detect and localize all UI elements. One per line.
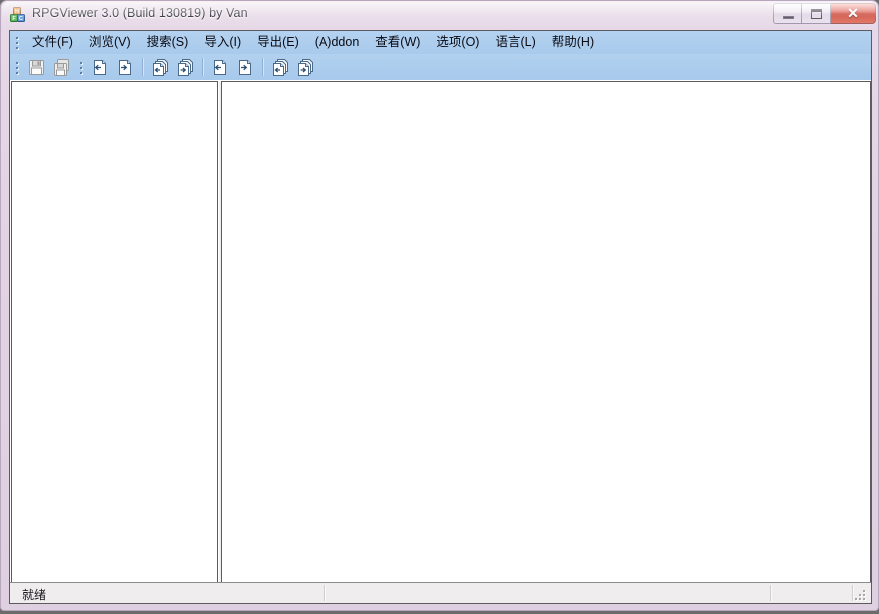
menu-addon[interactable]: (A)ddon — [307, 32, 367, 53]
menu-browse[interactable]: 浏览(V) — [81, 32, 139, 53]
svg-text:C: C — [19, 16, 23, 22]
status-divider — [852, 585, 854, 601]
minimize-button[interactable] — [773, 3, 802, 24]
toolbar-separator — [142, 58, 144, 76]
floppy-disk-icon — [29, 60, 44, 75]
close-icon: ✕ — [847, 5, 859, 21]
maximize-icon — [811, 9, 822, 19]
pages-arrow-left-icon — [153, 59, 168, 76]
menu-options[interactable]: 选项(O) — [428, 32, 487, 53]
page-arrow-right-icon — [119, 60, 131, 75]
application-window: H F C RPGViewer 3.0 (Build 130819) by Va… — [0, 0, 879, 611]
import-pages-alt-button[interactable] — [269, 56, 292, 78]
page-arrow-left-icon — [94, 60, 106, 75]
menu-help[interactable]: 帮助(H) — [544, 32, 602, 53]
menu-export[interactable]: 导出(E) — [249, 32, 307, 53]
toolbar-separator — [202, 58, 204, 76]
window-title: RPGViewer 3.0 (Build 130819) by Van — [32, 6, 248, 20]
maximize-button[interactable] — [802, 3, 831, 24]
status-message: 就绪 — [22, 588, 47, 602]
pages-arrow-right-icon — [178, 59, 193, 76]
status-divider — [770, 585, 772, 601]
export-pages-button[interactable] — [174, 56, 197, 78]
page-arrow-left-icon — [214, 60, 226, 75]
menu-search[interactable]: 搜索(S) — [139, 32, 197, 53]
floppy-disk-stack-icon — [54, 59, 69, 76]
menu-view[interactable]: 查看(W) — [367, 32, 428, 53]
save-button[interactable] — [25, 56, 48, 78]
menu-bar: 文件(F) 浏览(V) 搜索(S) 导入(I) 导出(E) (A)ddon 查看… — [10, 31, 871, 54]
resize-grip-icon[interactable] — [855, 588, 868, 601]
status-bar: 就绪 — [10, 582, 871, 603]
window-controls: ✕ — [773, 3, 876, 24]
tool-bar — [10, 54, 871, 80]
export-page-button[interactable] — [114, 56, 137, 78]
toolbar-second-drag-grip-icon[interactable] — [77, 58, 86, 77]
alphabet-blocks-icon: H F C — [10, 7, 26, 23]
menu-file[interactable]: 文件(F) — [24, 32, 81, 53]
export-pages-alt-button[interactable] — [294, 56, 317, 78]
close-button[interactable]: ✕ — [831, 3, 876, 24]
pages-arrow-left-icon — [273, 59, 288, 76]
title-bar[interactable]: H F C RPGViewer 3.0 (Build 130819) by Va… — [1, 1, 879, 29]
save-all-button[interactable] — [50, 56, 73, 78]
status-divider — [324, 585, 326, 601]
page-arrow-right-icon — [239, 60, 251, 75]
client-area: 文件(F) 浏览(V) 搜索(S) 导入(I) 导出(E) (A)ddon 查看… — [9, 30, 872, 604]
import-pages-button[interactable] — [149, 56, 172, 78]
tree-pane[interactable] — [11, 81, 218, 590]
pages-arrow-right-icon — [298, 59, 313, 76]
toolbar-drag-grip-icon[interactable] — [13, 58, 22, 77]
import-page-button[interactable] — [89, 56, 112, 78]
import-page-alt-button[interactable] — [209, 56, 232, 78]
export-page-alt-button[interactable] — [234, 56, 257, 78]
minimize-icon — [783, 16, 794, 19]
menu-import[interactable]: 导入(I) — [196, 32, 249, 53]
content-pane[interactable] — [221, 81, 871, 590]
application-screenshot: H F C RPGViewer 3.0 (Build 130819) by Va… — [0, 0, 879, 614]
menu-language[interactable]: 语言(L) — [487, 32, 543, 53]
menu-drag-grip-icon[interactable] — [13, 33, 22, 52]
toolbar-separator — [262, 58, 264, 76]
